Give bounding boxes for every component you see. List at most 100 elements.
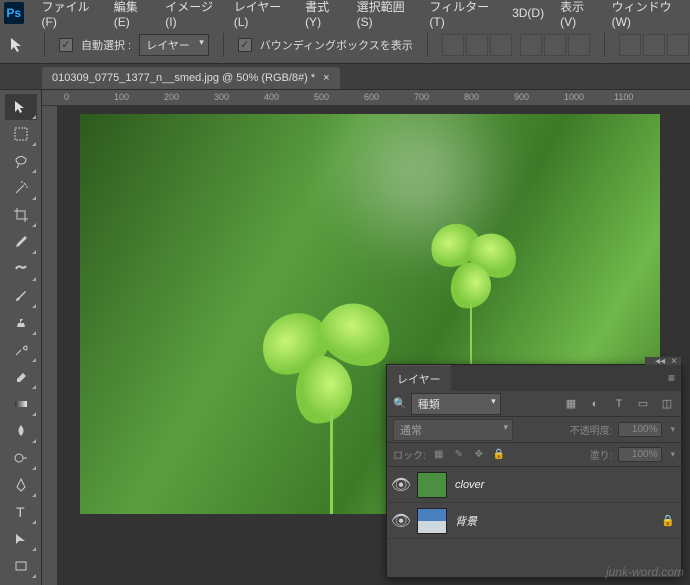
separator: [604, 33, 605, 57]
lasso-tool[interactable]: [5, 148, 37, 174]
brush-tool[interactable]: [5, 283, 37, 309]
panel-collapse-icon[interactable]: ◂◂: [655, 356, 665, 367]
path-selection-tool[interactable]: [5, 526, 37, 552]
document-tab-close-icon[interactable]: ×: [323, 72, 329, 84]
ruler-tick: 900: [514, 92, 529, 102]
menu-bar: Ps ファイル(F) 編集(E) イメージ(I) レイヤー(L) 書式(Y) 選…: [0, 0, 690, 26]
layer-row[interactable]: 👁 背景 🔒: [387, 503, 681, 539]
history-brush-tool[interactable]: [5, 337, 37, 363]
fill-input[interactable]: 100%: [618, 447, 662, 462]
ruler-tick: 1100: [614, 92, 633, 102]
layer-name[interactable]: 背景: [455, 513, 477, 529]
blur-tool[interactable]: [5, 418, 37, 444]
lock-pixels-icon[interactable]: ✎: [452, 448, 466, 462]
layer-thumbnail[interactable]: [417, 472, 447, 498]
ruler-tick: 800: [464, 92, 479, 102]
menu-window[interactable]: ウィンドウ(W): [604, 0, 690, 33]
gradient-tool[interactable]: [5, 391, 37, 417]
menu-file[interactable]: ファイル(F): [34, 0, 106, 33]
align-group-2: [520, 34, 590, 56]
lock-position-icon[interactable]: ✥: [472, 448, 486, 462]
layers-panel: ◂◂ × レイヤー ≡ 🔍 種類 ▦ ◐ T ▭ ◫ 通常 不透明度: 100%…: [386, 364, 682, 578]
lock-row: ロック: ▦ ✎ ✥ 🔒 塗り: 100% ▾: [387, 443, 681, 467]
svg-text:T: T: [16, 504, 25, 520]
align-btn[interactable]: [544, 34, 566, 56]
lock-all-icon[interactable]: 🔒: [492, 448, 506, 462]
healing-brush-tool[interactable]: [5, 256, 37, 282]
bbox-label: バウンディングボックスを表示: [260, 37, 413, 53]
document-tab-title: 010309_0775_1377_n__smed.jpg @ 50% (RGB/…: [52, 72, 315, 84]
layer-visibility-icon[interactable]: 👁: [393, 513, 409, 529]
auto-select-checkbox[interactable]: ✓: [59, 38, 73, 52]
bbox-checkbox[interactable]: ✓: [238, 38, 252, 52]
document-tab-bar: 010309_0775_1377_n__smed.jpg @ 50% (RGB/…: [0, 64, 690, 90]
layers-list: 👁 clover 👁 背景 🔒: [387, 467, 681, 539]
distribute-btn[interactable]: [667, 34, 689, 56]
layer-thumbnail[interactable]: [417, 508, 447, 534]
fill-dropdown-icon[interactable]: ▾: [670, 449, 675, 460]
ruler-vertical[interactable]: [42, 106, 58, 585]
ruler-tick: 300: [214, 92, 229, 102]
menu-view[interactable]: 表示(V): [552, 0, 604, 33]
move-tool[interactable]: [5, 94, 37, 120]
distribute-btn[interactable]: [619, 34, 641, 56]
dodge-tool[interactable]: [5, 445, 37, 471]
panel-close-icon[interactable]: ×: [671, 356, 677, 367]
panel-tabs: レイヤー ≡: [387, 365, 681, 391]
align-btn[interactable]: [442, 34, 464, 56]
crop-tool[interactable]: [5, 202, 37, 228]
search-icon: 🔍: [393, 397, 407, 410]
menu-layer[interactable]: レイヤー(L): [226, 0, 297, 33]
filter-shape-icon[interactable]: ▭: [635, 396, 651, 412]
eyedropper-tool[interactable]: [5, 229, 37, 255]
panel-dock-controls: ◂◂ ×: [645, 357, 681, 365]
opacity-label: 不透明度:: [570, 422, 613, 437]
align-group-1: [442, 34, 512, 56]
ruler-tick: 1000: [564, 92, 584, 102]
opacity-input[interactable]: 100%: [618, 422, 662, 437]
menu-edit[interactable]: 編集(E): [106, 0, 158, 33]
app-logo: Ps: [4, 2, 24, 24]
lock-transparency-icon[interactable]: ▦: [432, 448, 446, 462]
layer-name[interactable]: clover: [455, 479, 484, 491]
align-btn[interactable]: [520, 34, 542, 56]
panel-menu-icon[interactable]: ≡: [668, 371, 675, 385]
align-btn[interactable]: [490, 34, 512, 56]
layer-filter-dropdown[interactable]: 種類: [411, 393, 501, 415]
document-tab[interactable]: 010309_0775_1377_n__smed.jpg @ 50% (RGB/…: [42, 67, 340, 89]
filter-smart-icon[interactable]: ◫: [659, 396, 675, 412]
layer-row[interactable]: 👁 clover: [387, 467, 681, 503]
filter-type-icon[interactable]: T: [611, 396, 627, 412]
rectangle-tool[interactable]: [5, 553, 37, 579]
clone-stamp-tool[interactable]: [5, 310, 37, 336]
menu-filter[interactable]: フィルター(T): [421, 0, 504, 33]
panel-tab-layers[interactable]: レイヤー: [387, 365, 451, 392]
lock-label: ロック:: [393, 447, 426, 462]
distribute-btn[interactable]: [643, 34, 665, 56]
filter-pixel-icon[interactable]: ▦: [563, 396, 579, 412]
move-tool-icon[interactable]: [6, 33, 30, 57]
menu-select[interactable]: 選択範囲(S): [349, 0, 422, 33]
ruler-tick: 100: [114, 92, 129, 102]
align-btn[interactable]: [466, 34, 488, 56]
layer-visibility-icon[interactable]: 👁: [393, 477, 409, 493]
filter-adjustment-icon[interactable]: ◐: [587, 396, 603, 412]
pen-tool[interactable]: [5, 472, 37, 498]
align-btn[interactable]: [568, 34, 590, 56]
type-tool[interactable]: T: [5, 499, 37, 525]
ruler-tick: 500: [314, 92, 329, 102]
menu-3d[interactable]: 3D(D): [504, 2, 552, 24]
eraser-tool[interactable]: [5, 364, 37, 390]
separator: [223, 33, 224, 57]
menu-image[interactable]: イメージ(I): [157, 0, 225, 33]
marquee-tool[interactable]: [5, 121, 37, 147]
ruler-tick: 700: [414, 92, 429, 102]
blend-mode-dropdown[interactable]: 通常: [393, 419, 513, 441]
menu-type[interactable]: 書式(Y): [297, 0, 349, 33]
ruler-horizontal[interactable]: 0 100 200 300 400 500 600 700 800 900 10…: [42, 90, 690, 106]
fill-label: 塗り:: [590, 447, 613, 462]
opacity-dropdown-icon[interactable]: ▾: [670, 424, 675, 435]
layer-filter-row: 🔍 種類 ▦ ◐ T ▭ ◫: [387, 391, 681, 417]
magic-wand-tool[interactable]: [5, 175, 37, 201]
auto-select-dropdown[interactable]: レイヤー: [139, 34, 209, 56]
